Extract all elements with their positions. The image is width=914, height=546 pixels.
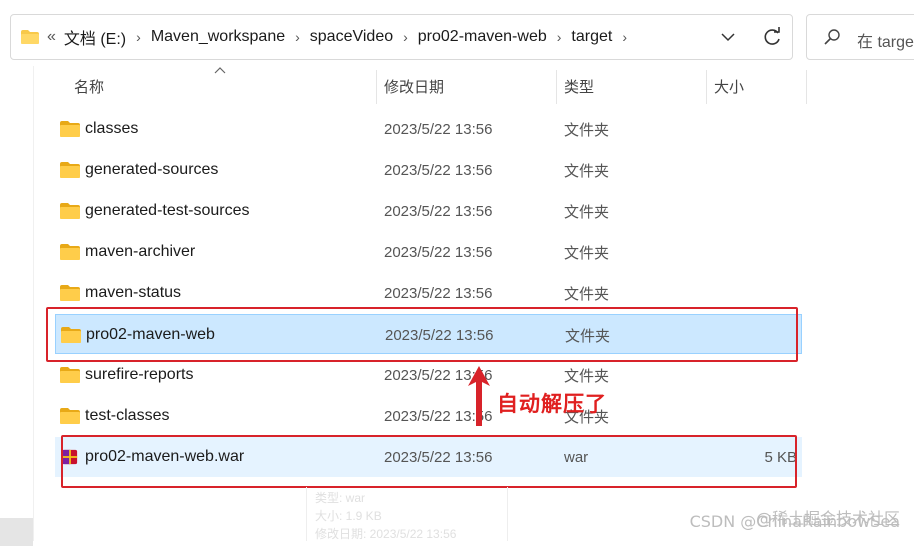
breadcrumb-separator[interactable]: ›: [295, 29, 300, 45]
file-date: 2023/5/22 13:56: [384, 161, 493, 179]
file-type: 文件夹: [564, 244, 610, 262]
file-name: maven-archiver: [85, 243, 196, 260]
file-size: [715, 396, 797, 436]
list-item[interactable]: classes 2023/5/22 13:56 文件夹: [55, 109, 802, 149]
breadcrumb-pro02-maven-web[interactable]: pro02-maven-web: [418, 28, 547, 46]
breadcrumb-spacevideo[interactable]: spaceVideo: [310, 28, 393, 46]
folder-icon: [60, 244, 80, 260]
breadcrumb-target[interactable]: target: [571, 28, 612, 46]
file-size: [715, 109, 797, 149]
file-type: 文件夹: [564, 203, 610, 221]
breadcrumb-separator[interactable]: ›: [557, 29, 562, 45]
annotation-box-war: [61, 435, 797, 488]
watermark: CSDN @ChinaRainbowSea: [689, 512, 900, 531]
column-header-size-label: 大小: [714, 78, 745, 96]
breadcrumb-separator[interactable]: ›: [622, 29, 627, 45]
file-date: 2023/5/22 13:56: [384, 202, 493, 220]
folder-icon: [21, 30, 39, 44]
breadcrumb-maven-workspane[interactable]: Maven_workspane: [151, 28, 285, 46]
breadcrumb-drive[interactable]: 文档 (E:): [64, 25, 126, 49]
file-name: test-classes: [85, 407, 170, 424]
column-divider[interactable]: [706, 70, 707, 104]
file-size: [715, 191, 797, 231]
folder-icon: [60, 408, 80, 424]
file-size: [715, 232, 797, 272]
file-date: 2023/5/22 13:56: [384, 243, 493, 261]
search-box[interactable]: 在 targe: [806, 14, 914, 60]
search-icon: [824, 29, 840, 45]
refresh-icon[interactable]: [761, 26, 783, 48]
column-header-type[interactable]: 类型: [564, 66, 704, 106]
breadcrumb-separator[interactable]: ›: [403, 29, 408, 45]
navigation-pane[interactable]: [0, 66, 34, 546]
column-header-name[interactable]: 名称: [74, 66, 374, 106]
file-type: 文件夹: [564, 162, 610, 180]
file-name: classes: [85, 120, 139, 137]
file-type: 文件夹: [564, 121, 610, 139]
tooltip-ghost: 类型: war 大小: 1.9 KB 修改日期: 2023/5/22 13:56: [306, 487, 508, 541]
tooltip-line: 类型: war: [315, 491, 366, 505]
arrow-up-icon: [468, 366, 490, 426]
tooltip-line: 大小: 1.9 KB: [315, 509, 382, 523]
file-size: [715, 150, 797, 190]
nav-selected-item[interactable]: [0, 518, 33, 546]
column-divider[interactable]: [806, 70, 807, 104]
folder-icon: [60, 285, 80, 301]
folder-icon: [60, 121, 80, 137]
folder-icon: [60, 162, 80, 178]
list-item[interactable]: maven-archiver 2023/5/22 13:56 文件夹: [55, 232, 802, 272]
annotation-box-folder: [46, 307, 798, 362]
column-header-date-label: 修改日期: [384, 78, 445, 96]
chevron-down-icon[interactable]: [719, 28, 737, 46]
annotation-label: 自动解压了: [497, 392, 607, 416]
breadcrumb-separator[interactable]: ›: [136, 29, 141, 45]
breadcrumb-overflow-button[interactable]: «: [47, 28, 56, 46]
file-name: generated-sources: [85, 161, 219, 178]
folder-icon: [60, 203, 80, 219]
column-header-size[interactable]: 大小: [714, 66, 804, 106]
column-header-type-label: 类型: [564, 78, 595, 96]
list-item[interactable]: generated-test-sources 2023/5/22 13:56 文…: [55, 191, 802, 231]
pane-divider: [33, 66, 34, 541]
search-placeholder: 在 targe: [857, 34, 914, 51]
tooltip-line: 修改日期: 2023/5/22 13:56: [315, 527, 457, 541]
folder-icon: [60, 367, 80, 383]
list-item[interactable]: test-classes 2023/5/22 13:56 文件夹: [55, 396, 802, 436]
column-header-name-label: 名称: [74, 78, 105, 96]
list-item[interactable]: generated-sources 2023/5/22 13:56 文件夹: [55, 150, 802, 190]
file-date: 2023/5/22 13:56: [384, 120, 493, 138]
breadcrumb: « 文档 (E:) › Maven_workspane › spaceVideo…: [21, 15, 637, 59]
column-divider[interactable]: [556, 70, 557, 104]
file-name: generated-test-sources: [85, 202, 250, 219]
column-divider[interactable]: [376, 70, 377, 104]
address-bar[interactable]: « 文档 (E:) › Maven_workspane › spaceVideo…: [10, 14, 793, 60]
column-header-date[interactable]: 修改日期: [384, 66, 554, 106]
